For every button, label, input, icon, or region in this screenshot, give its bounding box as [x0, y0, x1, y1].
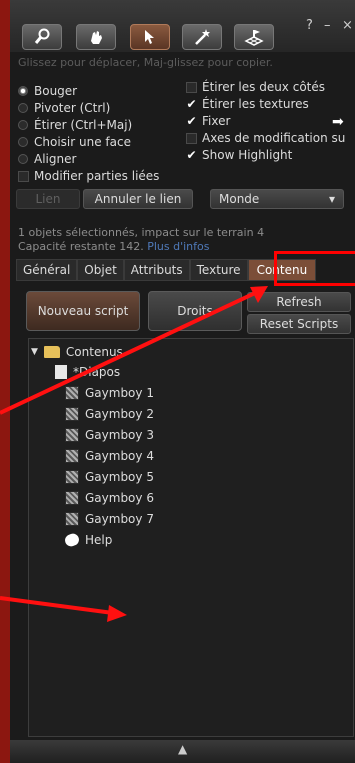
texture-icon [65, 470, 79, 484]
toolbar-header: ? – × [10, 0, 355, 52]
minimize-button[interactable]: – [324, 18, 331, 33]
selection-info: 1 objets sélectionnés, impact sur le ter… [18, 226, 265, 239]
more-info-link[interactable]: Plus d'infos [147, 240, 209, 253]
checkbox-icon [18, 170, 29, 182]
stretch-textures-checkbox[interactable]: ✔ Étirer les textures [186, 97, 308, 111]
chevron-down-icon: ▾ [328, 192, 335, 206]
mode-stretch-radio[interactable]: Étirer (Ctrl+Maj) [18, 118, 132, 132]
magnifier-icon [34, 28, 50, 44]
stretch-both-sides-checkbox[interactable]: Étirer les deux côtés [186, 80, 325, 94]
list-item[interactable]: Gaymboy 4 [65, 449, 154, 463]
list-item[interactable]: Gaymboy 6 [65, 491, 154, 505]
list-item[interactable]: Gaymboy 3 [65, 428, 154, 442]
texture-icon [65, 512, 79, 526]
checkmark-icon: ✔ [186, 114, 197, 128]
tool-land-button[interactable] [234, 24, 274, 50]
grab-hand-icon [91, 31, 102, 44]
list-item[interactable]: Gaymboy 2 [65, 407, 154, 421]
tab-object[interactable]: Objet [77, 259, 124, 281]
texture-icon [65, 491, 79, 505]
radio-icon [18, 137, 28, 147]
tree-root[interactable]: ▼ Contenus [31, 345, 123, 359]
list-item[interactable]: Gaymboy 5 [65, 470, 154, 484]
mode-select-face-radio[interactable]: Choisir une face [18, 135, 131, 149]
help-button[interactable]: ? [306, 18, 313, 33]
content-tree[interactable]: ▼ Contenus *Diapos Gaymboy 1 Gaymboy 2 G… [28, 338, 354, 737]
notecard-icon [55, 365, 67, 379]
mode-align-radio[interactable]: Aligner [18, 152, 76, 166]
texture-icon [65, 449, 79, 463]
highlight-box [274, 251, 355, 286]
permissions-button[interactable]: Droits [148, 291, 242, 331]
reset-scripts-button[interactable]: Reset Scripts [247, 314, 351, 334]
tool-move-button[interactable] [76, 24, 116, 50]
edit-linked-checkbox[interactable]: Modifier parties liées [18, 169, 159, 183]
show-highlight-checkbox[interactable]: ✔ Show Highlight [186, 148, 292, 162]
pointer-icon [145, 30, 154, 44]
radio-icon [18, 154, 28, 164]
build-floater: ? – × Glissez pour déplacer, Maj-glissez… [10, 0, 355, 763]
tab-general[interactable]: Général [16, 259, 78, 281]
land-grid-icon [244, 30, 264, 46]
checkmark-icon: ✔ [186, 97, 197, 111]
refresh-button[interactable]: Refresh [247, 292, 351, 312]
texture-icon [65, 407, 79, 421]
footer-bar: ▲ [10, 740, 355, 763]
tab-bar: Général Objet Attributs Texture Contenu [16, 259, 317, 281]
tab-texture[interactable]: Texture [189, 259, 248, 281]
landmark-icon [63, 531, 81, 549]
list-item[interactable]: Help [63, 531, 112, 549]
link-button[interactable]: Lien [16, 189, 80, 209]
tool-focus-button[interactable] [22, 24, 62, 50]
magic-wand-icon [195, 29, 210, 45]
edit-axis-checkbox[interactable]: Axes de modification su [186, 131, 345, 145]
texture-icon [65, 386, 79, 400]
arrow-right-icon[interactable]: ➡ [332, 114, 344, 130]
list-item[interactable]: *Diapos [55, 365, 120, 379]
folder-icon [43, 346, 60, 358]
radio-selected-icon [18, 86, 28, 96]
grid-mode-dropdown[interactable]: Monde ▾ [210, 189, 344, 209]
tab-features[interactable]: Attributs [123, 259, 190, 281]
mode-rotate-radio[interactable]: Pivoter (Ctrl) [18, 101, 110, 115]
radio-icon [18, 103, 28, 113]
mode-move-radio[interactable]: Bouger [18, 84, 77, 98]
close-button[interactable]: × [342, 18, 353, 33]
remaining-capacity: Capacité restante 142. Plus d'infos [18, 240, 210, 253]
checkbox-icon [186, 81, 197, 93]
chevron-up-icon[interactable]: ▲ [178, 742, 187, 756]
texture-icon [65, 428, 79, 442]
list-item[interactable]: Gaymboy 1 [65, 386, 154, 400]
checkbox-icon [186, 132, 197, 144]
snap-checkbox[interactable]: ✔ Fixer [186, 114, 230, 128]
radio-icon [18, 120, 28, 130]
tool-create-button[interactable] [182, 24, 222, 50]
drag-hint: Glissez pour déplacer, Maj-glissez pour … [18, 56, 273, 69]
list-item[interactable]: Gaymboy 7 [65, 512, 154, 526]
tool-edit-button[interactable] [130, 24, 170, 50]
new-script-button[interactable]: Nouveau script [26, 291, 140, 331]
checkmark-icon: ✔ [186, 148, 197, 162]
chevron-down-icon: ▼ [31, 347, 38, 357]
unlink-button[interactable]: Annuler le lien [83, 189, 193, 209]
